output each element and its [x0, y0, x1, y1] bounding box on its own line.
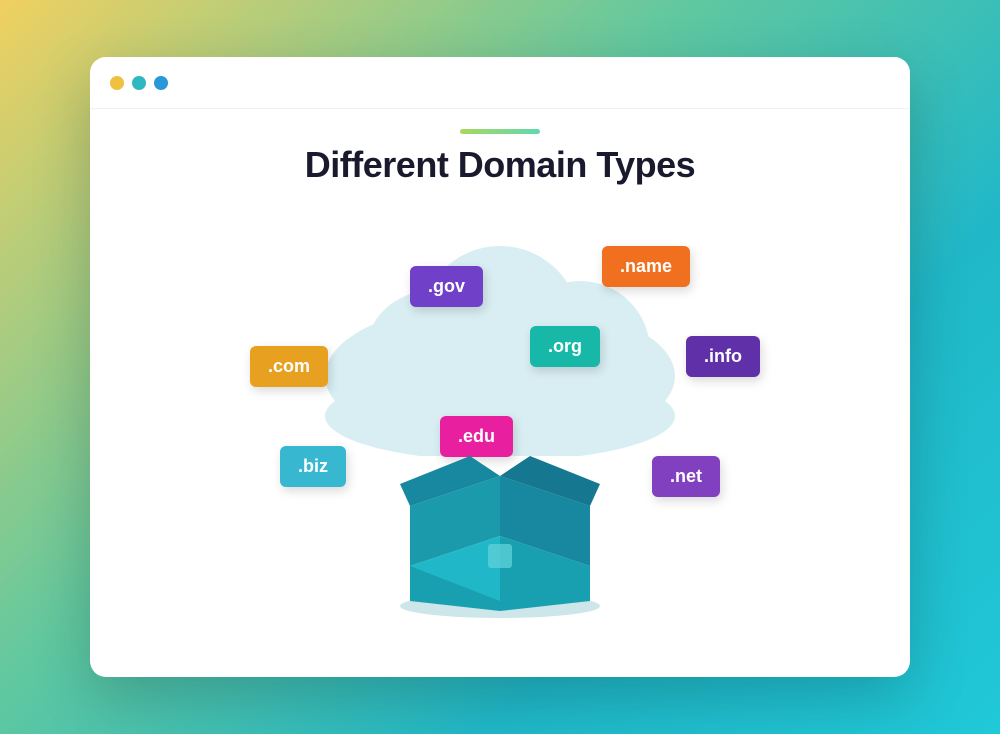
main-content: Different Domain Types .com .gov .name .…	[90, 109, 910, 677]
badge-edu: .edu	[440, 416, 513, 457]
accent-bar	[460, 129, 540, 134]
badge-gov: .gov	[410, 266, 483, 307]
badge-biz: .biz	[280, 446, 346, 487]
dot-minimize[interactable]	[110, 76, 124, 90]
browser-window: Different Domain Types .com .gov .name .…	[90, 57, 910, 677]
badge-info: .info	[686, 336, 760, 377]
illustration: .com .gov .name .org .info .edu .biz .ne…	[220, 206, 780, 636]
open-box	[400, 456, 600, 616]
dot-close[interactable]	[154, 76, 168, 90]
badge-net: .net	[652, 456, 720, 497]
badge-org: .org	[530, 326, 600, 367]
badge-com: .com	[250, 346, 328, 387]
title-bar	[90, 57, 910, 109]
dot-maximize[interactable]	[132, 76, 146, 90]
page-title: Different Domain Types	[305, 144, 695, 186]
badge-name: .name	[602, 246, 690, 287]
